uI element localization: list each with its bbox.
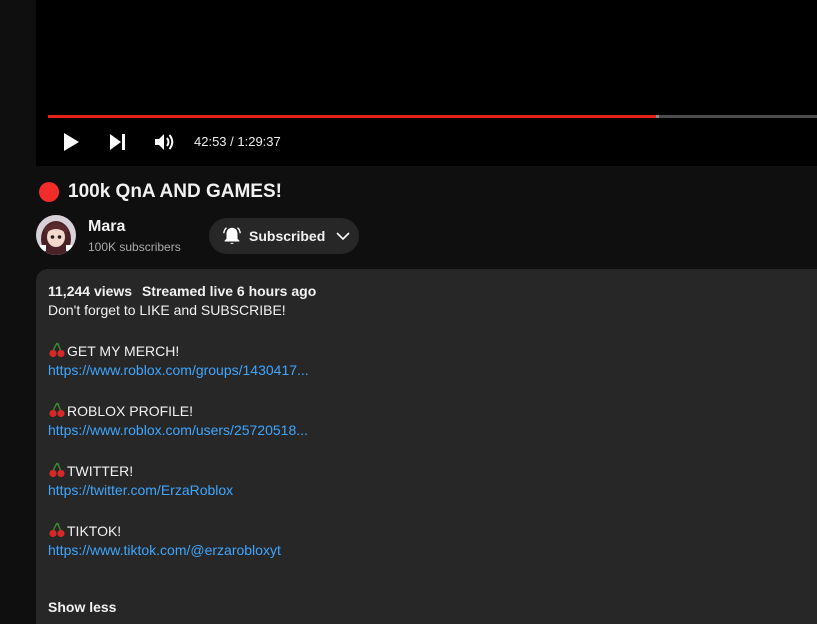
cherry-emoji-icon	[49, 342, 65, 358]
subscriber-count: 100K subscribers	[88, 240, 181, 254]
next-button[interactable]	[104, 128, 132, 156]
cherry-emoji-icon	[49, 522, 65, 538]
section-heading-merch: GET MY MERCH!	[48, 342, 179, 359]
section-heading-tiktok: TIKTOK!	[48, 522, 121, 539]
section-heading-text: TIKTOK!	[67, 523, 122, 539]
subscribed-button[interactable]: Subscribed	[209, 218, 359, 254]
title-row: 100k QnA AND GAMES!	[39, 181, 282, 203]
volume-icon	[155, 134, 174, 150]
progress-played	[48, 115, 656, 118]
link-roblox-profile[interactable]: https://www.roblox.com/users/25720518...	[48, 422, 308, 438]
section-heading-roblox-profile: ROBLOX PROFILE!	[48, 402, 193, 419]
link-twitter[interactable]: https://twitter.com/ErzaRoblox	[48, 482, 233, 498]
play-icon	[64, 133, 79, 151]
subscribed-label: Subscribed	[249, 228, 326, 244]
view-count: 11,244 views	[48, 283, 133, 299]
progress-bar[interactable]	[48, 115, 817, 118]
show-less-button[interactable]: Show less	[48, 599, 116, 615]
section-heading-text: GET MY MERCH!	[67, 343, 180, 359]
volume-button[interactable]	[151, 128, 179, 156]
time-display: 42:53 / 1:29:37	[194, 134, 281, 149]
cherry-emoji-icon	[49, 462, 65, 478]
page: 42:53 / 1:29:37 100k QnA AND GAMES! Mara…	[0, 0, 817, 624]
video-title: 100k QnA AND GAMES!	[68, 181, 282, 202]
stream-date: Streamed live 6 hours ago	[141, 283, 317, 299]
channel-name[interactable]: Mara	[88, 218, 125, 236]
section-heading-text: ROBLOX PROFILE!	[67, 403, 194, 419]
play-button[interactable]	[57, 128, 85, 156]
next-icon	[110, 134, 125, 150]
avatar-image	[36, 215, 76, 255]
description-meta: 11,244 views Streamed live 6 hours ago	[48, 283, 316, 299]
section-heading-twitter: TWITTER!	[48, 462, 133, 479]
live-indicator-icon	[39, 182, 59, 202]
cherry-emoji-icon	[49, 402, 65, 418]
description-intro: Don't forget to LIKE and SUBSCRIBE!	[48, 302, 286, 318]
channel-avatar[interactable]	[36, 215, 76, 255]
video-player[interactable]: 42:53 / 1:29:37	[36, 0, 817, 166]
chevron-down-icon	[336, 232, 350, 241]
section-heading-text: TWITTER!	[67, 463, 134, 479]
link-merch[interactable]: https://www.roblox.com/groups/1430417...	[48, 362, 309, 378]
link-tiktok[interactable]: https://www.tiktok.com/@erzarobloxyt	[48, 542, 281, 558]
description-box[interactable]: 11,244 views Streamed live 6 hours ago D…	[36, 269, 817, 624]
bell-icon	[223, 227, 241, 245]
